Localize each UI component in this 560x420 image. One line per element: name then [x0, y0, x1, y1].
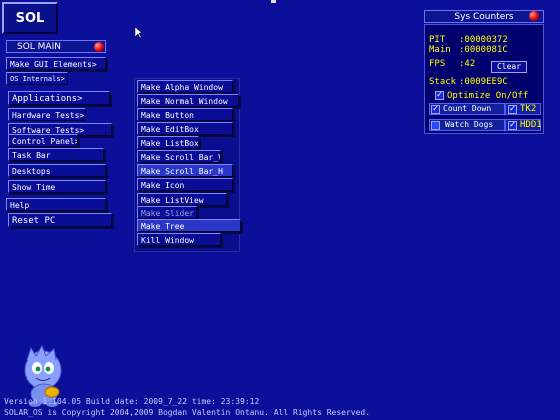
menu-item-help[interactable]: Help	[6, 198, 106, 211]
submenu-make-editbox[interactable]: Make EditBox	[137, 122, 233, 135]
version-line: Version 1.104.05 Build date: 2009_7_22 t…	[4, 397, 260, 406]
submenu-make-slider[interactable]: Make Slider	[137, 206, 197, 219]
submenu-make-listbox[interactable]: Make ListBox	[137, 136, 199, 149]
fps-value: :42	[459, 59, 476, 69]
menu-item-desktops[interactable]: Desktops	[8, 164, 106, 177]
menu-item-make-gui-elements[interactable]: Make GUI Elements>	[6, 57, 106, 70]
submenu-make-tree[interactable]: Make Tree	[137, 219, 241, 232]
counters-title: Sys Counters	[454, 12, 514, 22]
stack-value: :0009EE9C	[459, 77, 508, 87]
main-window-titlebar[interactable]: SOL MAIN	[6, 40, 106, 53]
tk2-label: TK2	[520, 104, 537, 114]
menu-item-show-time[interactable]: Show Time	[8, 180, 106, 193]
menu-item-reset-pc[interactable]: Reset PC	[8, 213, 112, 227]
watch-dogs-label: Watch Dogs	[445, 120, 494, 129]
close-icon[interactable]	[94, 42, 104, 52]
stack-label: Stack	[429, 77, 457, 87]
pit-label: PIT	[429, 35, 446, 45]
top-marker	[271, 0, 276, 3]
copyright-line: SOLAR_OS is Copyright 2004,2009 Bogdan V…	[4, 408, 371, 417]
menu-item-control-panel[interactable]: Control Panel>	[8, 134, 78, 147]
submenu-make-normal-window[interactable]: Make Normal Window	[137, 94, 239, 107]
fps-label: FPS	[429, 59, 446, 69]
hdd1-label: HDD1	[520, 120, 542, 130]
sol-start-label: SOL	[15, 10, 45, 26]
mouse-cursor-icon	[135, 27, 143, 39]
main-label: Main	[429, 45, 451, 55]
counters-window: PIT :00000372 Main :0000081C FPS :42 Cle…	[424, 24, 544, 134]
sol-start-button[interactable]: SOL	[2, 2, 58, 34]
menu-item-os-internals[interactable]: OS Internals>	[6, 72, 68, 85]
check-icon: ✓	[509, 120, 516, 130]
desktop: { "logo": { "label": "SOL" }, "main_wind…	[0, 0, 560, 420]
menu-item-task-bar[interactable]: Task Bar	[8, 148, 104, 161]
optimize-label: Optimize On/Off	[447, 91, 529, 101]
hdd1-checkbox[interactable]: ✓	[508, 121, 517, 130]
main-window-title: SOL MAIN	[17, 42, 61, 52]
menu-item-applications[interactable]: Applications>	[8, 91, 110, 105]
main-value: :0000081C	[459, 45, 508, 55]
submenu-make-scroll-bar-v[interactable]: Make Scroll Bar_V	[137, 150, 221, 163]
pit-value: :00000372	[459, 35, 508, 45]
watch-dogs-checkbox[interactable]	[431, 121, 440, 130]
count-down-checkbox[interactable]: ✓	[431, 105, 440, 114]
check-icon: ✓	[509, 104, 516, 114]
submenu-make-listview[interactable]: Make ListView	[137, 193, 227, 206]
check-icon: ✓	[432, 104, 439, 114]
count-down-label: Count Down	[443, 104, 492, 113]
check-icon: ✓	[436, 90, 443, 100]
menu-item-hardware-tests[interactable]: Hardware Tests>	[8, 108, 86, 121]
submenu-make-alpha-window[interactable]: Make Alpha Window	[137, 80, 233, 93]
submenu-make-button[interactable]: Make Button	[137, 108, 233, 121]
submenu-make-icon[interactable]: Make Icon	[137, 178, 233, 191]
close-icon[interactable]	[529, 11, 539, 21]
submenu-kill-window[interactable]: Kill Window	[137, 233, 221, 246]
counters-titlebar[interactable]: Sys Counters	[424, 10, 544, 23]
tk2-checkbox[interactable]: ✓	[508, 105, 517, 114]
clear-button[interactable]: Clear	[491, 61, 527, 73]
submenu-make-scroll-bar-h[interactable]: Make Scroll Bar_H	[137, 164, 233, 177]
optimize-checkbox[interactable]: ✓	[435, 91, 444, 100]
